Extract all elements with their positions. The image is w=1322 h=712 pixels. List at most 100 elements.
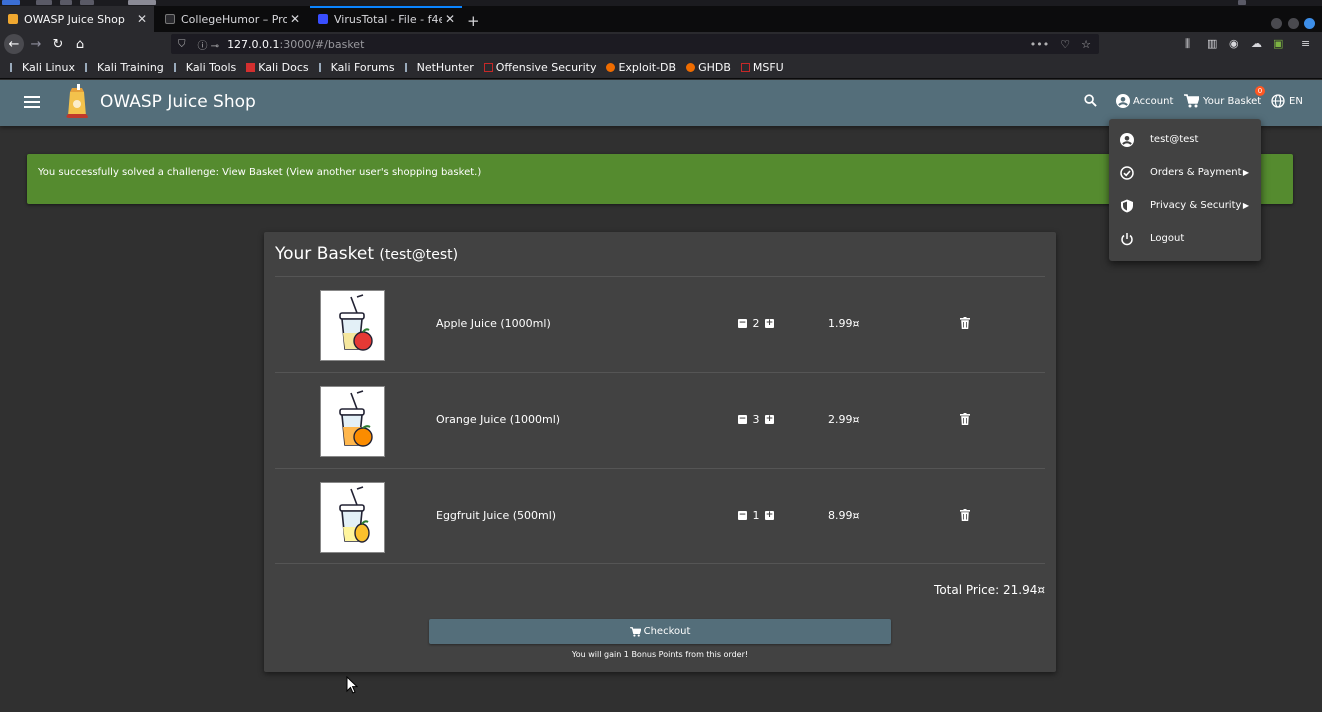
basket-row: Eggfruit Juice (500ml) − 1 + 8.99¤: [275, 468, 1045, 564]
quantity-value: 2: [752, 317, 760, 330]
page-actions-icon[interactable]: •••: [1030, 38, 1049, 51]
decrease-quantity-button[interactable]: −: [738, 319, 747, 328]
basket-row: Apple Juice (1000ml) − 2 + 1.99¤: [275, 276, 1045, 372]
total-price: Total Price: 21.94¤: [934, 583, 1045, 597]
product-price: 1.99¤: [828, 317, 860, 330]
quantity-stepper: − 2 +: [738, 317, 774, 330]
basket-button[interactable]: Your Basket: [1184, 94, 1261, 108]
trash-icon[interactable]: [960, 413, 970, 425]
menu-item-label: Orders & Payment: [1150, 167, 1242, 178]
menu-item-label: Privacy & Security: [1150, 200, 1242, 211]
increase-quantity-button[interactable]: +: [765, 319, 774, 328]
product-price: 8.99¤: [828, 509, 860, 522]
tab-virustotal[interactable]: VirusTotal - File - f4e6at ✕: [310, 6, 462, 32]
minimize-window-icon[interactable]: [1271, 18, 1282, 29]
tab-owasp-juice-shop[interactable]: OWASP Juice Shop ✕: [0, 6, 154, 32]
quantity-value: 1: [752, 509, 760, 522]
product-name: Eggfruit Juice (500ml): [436, 509, 557, 522]
os-app-icon[interactable]: [36, 0, 52, 5]
trash-icon[interactable]: [960, 509, 970, 521]
hamburger-menu-icon[interactable]: ≡: [1301, 37, 1310, 50]
reload-icon[interactable]: ↻: [49, 35, 67, 53]
basket-label: Your Basket: [1203, 95, 1262, 107]
bookmark-item[interactable]: NetHunter: [404, 61, 474, 74]
account-label: Account: [1133, 95, 1174, 107]
bookmark-star-icon[interactable]: ☆: [1081, 38, 1091, 51]
product-name: Orange Juice (1000ml): [436, 413, 561, 426]
bookmark-item[interactable]: Kali Forums: [318, 61, 395, 74]
menu-item-logout[interactable]: Logout: [1109, 222, 1261, 255]
product-image: [320, 290, 385, 361]
decrease-quantity-button[interactable]: −: [738, 415, 747, 424]
menu-item-orders-payment[interactable]: Orders & Payment ▶: [1109, 156, 1261, 189]
close-window-icon[interactable]: [1304, 18, 1315, 29]
shield-icon[interactable]: ⛉: [178, 39, 186, 50]
menu-item-user-email[interactable]: test@test: [1109, 123, 1261, 156]
increase-quantity-button[interactable]: +: [765, 511, 774, 520]
language-button[interactable]: EN: [1271, 94, 1303, 108]
nethunter-icon: [404, 62, 414, 72]
extension-icon[interactable]: ☁: [1251, 37, 1262, 50]
bookmark-item[interactable]: Kali Tools: [173, 61, 236, 74]
increase-quantity-button[interactable]: +: [765, 415, 774, 424]
tab-label: VirusTotal - File - f4e6at: [334, 12, 442, 26]
shield-icon: [1121, 199, 1133, 212]
ghdb-icon: [686, 62, 696, 72]
bookmark-item[interactable]: Kali Docs: [246, 61, 309, 74]
pocket-icon[interactable]: ♡: [1060, 38, 1070, 51]
globe-icon: [1271, 94, 1285, 108]
sidenav-menu-button[interactable]: [22, 93, 42, 113]
divider: [275, 563, 1045, 564]
sidebar-icon[interactable]: ▥: [1207, 37, 1217, 50]
juice-shop-favicon-icon: [8, 14, 18, 24]
tab-collegehumor[interactable]: CollegeHumor – Protect ✕: [157, 6, 307, 32]
forward-arrow-icon[interactable]: →: [27, 35, 45, 53]
challenge-solved-notification: You successfully solved a challenge: Vie…: [27, 154, 1293, 204]
bookmark-item[interactable]: Exploit-DB: [606, 61, 676, 74]
os-tray-icon[interactable]: [1238, 0, 1246, 5]
juice-shop-logo-icon: [66, 84, 88, 118]
os-app-icon[interactable]: [2, 0, 20, 5]
bookmark-item[interactable]: MSFU: [740, 61, 784, 74]
bookmark-item[interactable]: Offensive Security: [483, 61, 596, 74]
kali-docs-icon: [246, 62, 256, 72]
browser-tab-bar: OWASP Juice Shop ✕ CollegeHumor – Protec…: [0, 6, 1322, 32]
kali-dragon-icon: [85, 62, 94, 72]
account-icon[interactable]: ◉: [1229, 37, 1239, 50]
search-button[interactable]: [1084, 94, 1097, 107]
os-app-icon[interactable]: [128, 0, 156, 5]
home-icon[interactable]: ⌂: [71, 35, 89, 53]
new-tab-button[interactable]: +: [467, 12, 480, 30]
url-text[interactable]: 127.0.0.1:3000/#/basket: [227, 38, 364, 51]
library-icon[interactable]: ⫼: [1185, 37, 1190, 51]
close-icon[interactable]: ✕: [442, 12, 458, 26]
bookmark-item[interactable]: Kali Training: [85, 61, 164, 74]
product-price: 2.99¤: [828, 413, 860, 426]
close-icon[interactable]: ✕: [134, 12, 150, 26]
app-title[interactable]: OWASP Juice Shop: [100, 92, 256, 112]
os-app-icon[interactable]: [60, 0, 72, 5]
trash-icon[interactable]: [960, 317, 970, 329]
checkout-button[interactable]: Checkout: [429, 619, 891, 644]
basket-row: Orange Juice (1000ml) − 3 + 2.99¤: [275, 372, 1045, 468]
os-app-icon[interactable]: [80, 0, 94, 5]
language-label: EN: [1289, 95, 1303, 107]
maximize-window-icon[interactable]: [1288, 18, 1299, 29]
bookmark-item[interactable]: Kali Linux: [10, 61, 75, 74]
close-icon[interactable]: ✕: [287, 12, 303, 26]
account-button[interactable]: Account: [1116, 94, 1173, 108]
bookmark-item[interactable]: GHDB: [686, 61, 731, 74]
back-arrow-icon[interactable]: ←: [4, 34, 24, 54]
burp-extension-icon[interactable]: ▣: [1273, 37, 1283, 50]
quantity-stepper: − 3 +: [738, 413, 774, 426]
url-bar[interactable]: ⛉ ⓘ ⊸ 127.0.0.1:3000/#/basket ••• ♡ ☆: [171, 34, 1099, 54]
site-info-icon[interactable]: ⓘ ⊸: [198, 37, 220, 52]
search-icon: [1084, 94, 1097, 107]
collegehumor-favicon-icon: [165, 14, 175, 24]
product-name: Apple Juice (1000ml): [436, 317, 551, 330]
virustotal-favicon-icon: [318, 14, 328, 24]
kali-dragon-icon: [318, 62, 328, 72]
decrease-quantity-button[interactable]: −: [738, 511, 747, 520]
menu-item-privacy-security[interactable]: Privacy & Security ▶: [1109, 189, 1261, 222]
basket-title: Your Basket (test@test): [275, 244, 459, 264]
